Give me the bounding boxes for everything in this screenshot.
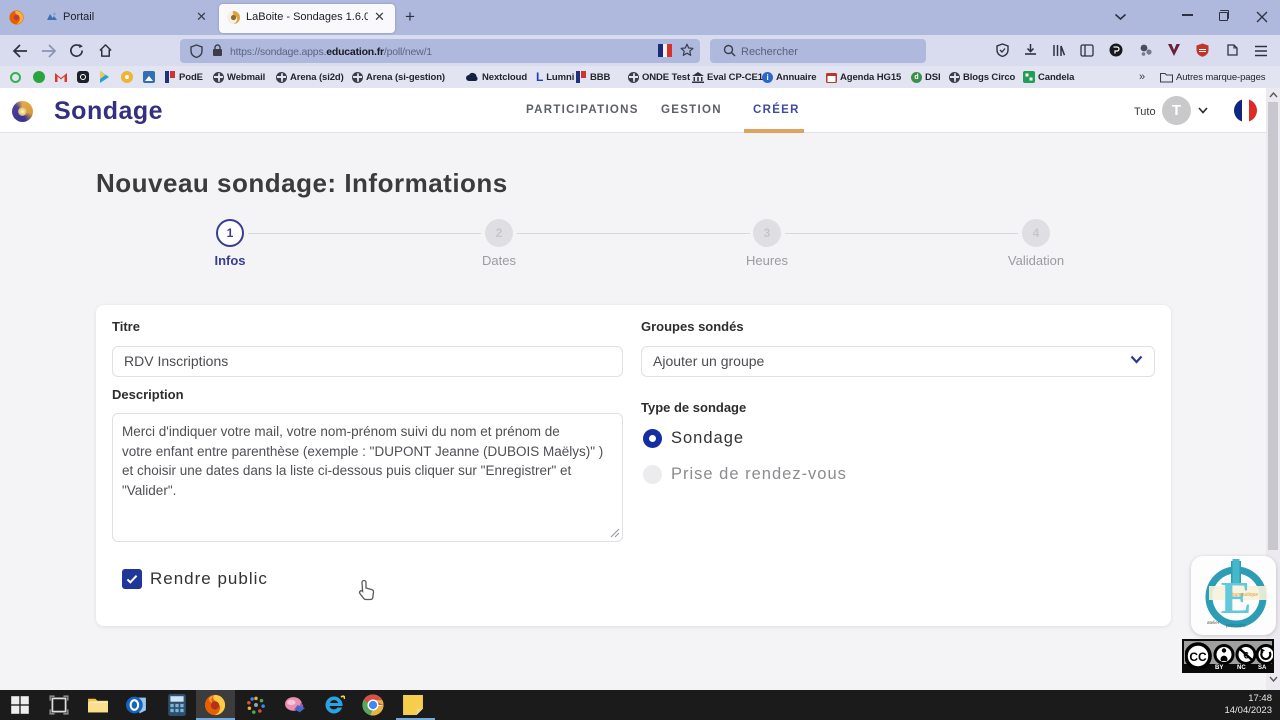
svg-text:bureautique: bureautique xyxy=(1232,592,1259,598)
svg-text:CC: CC xyxy=(1189,650,1207,664)
svg-text:atelier: atelier xyxy=(1207,620,1220,625)
svg-text:€: € xyxy=(1243,651,1248,661)
svg-text:primaire: primaire xyxy=(1226,623,1246,629)
